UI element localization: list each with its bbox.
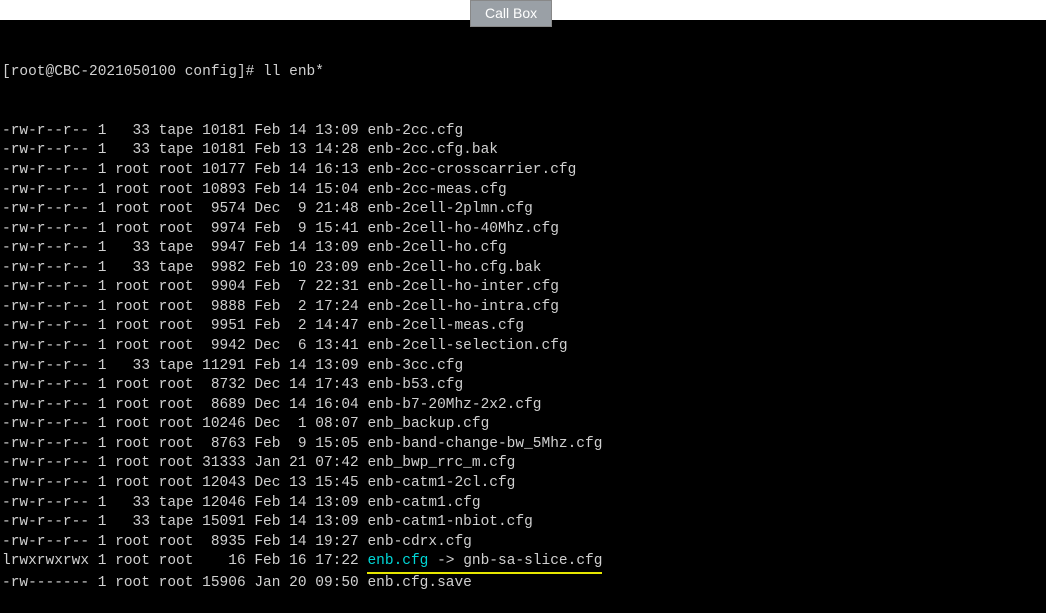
file-row: -rw-r--r-- 1 33 tape 12046 Feb 14 13:09 … [2,494,1044,514]
symlink-name: enb.cfg [367,553,428,569]
file-row: -rw-r--r-- 1 root root 12043 Dec 13 15:4… [2,474,1044,494]
file-row: -rw-r--r-- 1 33 tape 9982 Feb 10 23:09 e… [2,259,1044,279]
file-row: -rw------- 1 root root 15906 Jan 20 09:5… [2,574,1044,594]
file-row: -rw-r--r-- 1 root root 8689 Dec 14 16:04… [2,396,1044,416]
file-row: -rw-r--r-- 1 33 tape 9947 Feb 14 13:09 e… [2,239,1044,259]
file-row: -rw-r--r-- 1 33 tape 10181 Feb 13 14:28 … [2,141,1044,161]
shell-prompt: [root@CBC-2021050100 config]# ll enb* [2,63,1044,83]
file-row: -rw-r--r-- 1 33 tape 15091 Feb 14 13:09 … [2,513,1044,533]
call-box-button[interactable]: Call Box [470,0,552,27]
file-row: -rw-r--r-- 1 33 tape 10181 Feb 14 13:09 … [2,122,1044,142]
file-row: -rw-r--r-- 1 root root 10246 Dec 1 08:07… [2,415,1044,435]
file-row: -rw-r--r-- 1 root root 10893 Feb 14 15:0… [2,181,1044,201]
file-row: -rw-r--r-- 1 root root 8763 Feb 9 15:05 … [2,435,1044,455]
file-row: -rw-r--r-- 1 root root 8732 Dec 14 17:43… [2,376,1044,396]
file-row: -rw-r--r-- 1 root root 31333 Jan 21 07:4… [2,454,1044,474]
file-row: -rw-r--r-- 1 root root 9888 Feb 2 17:24 … [2,298,1044,318]
file-row: -rw-r--r-- 1 root root 9942 Dec 6 13:41 … [2,337,1044,357]
file-row: lrwxrwxrwx 1 root root 16 Feb 16 17:22 e… [2,552,1044,574]
file-row: -rw-r--r-- 1 root root 9974 Feb 9 15:41 … [2,220,1044,240]
file-row: -rw-r--r-- 1 root root 9574 Dec 9 21:48 … [2,200,1044,220]
file-row: -rw-r--r-- 1 33 tape 11291 Feb 14 13:09 … [2,357,1044,377]
symlink-entry: enb.cfg -> gnb-sa-slice.cfg [367,552,602,574]
file-row: -rw-r--r-- 1 root root 10177 Feb 14 16:1… [2,161,1044,181]
file-row: -rw-r--r-- 1 root root 9951 Feb 2 14:47 … [2,317,1044,337]
file-row: -rw-r--r-- 1 root root 9904 Feb 7 22:31 … [2,278,1044,298]
terminal-output: [root@CBC-2021050100 config]# ll enb* -r… [0,20,1046,613]
file-row: -rw-r--r-- 1 root root 8935 Feb 14 19:27… [2,533,1044,553]
